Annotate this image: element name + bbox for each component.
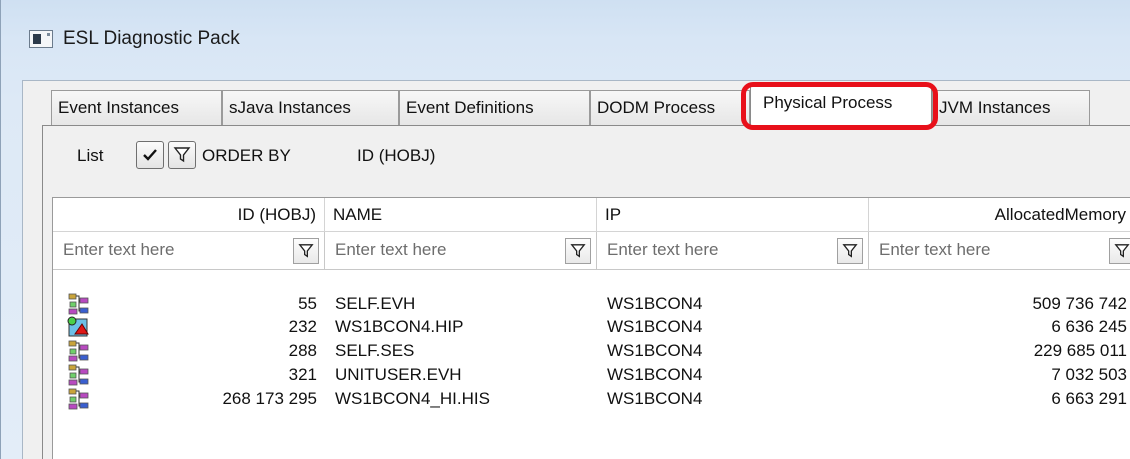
column-header-ip[interactable]: IP: [597, 198, 869, 232]
cell-allocated-memory: 7 032 503: [1051, 365, 1127, 384]
list-label: List: [77, 146, 104, 165]
cell-ip: WS1BCON4: [607, 317, 703, 336]
column-filter-button[interactable]: [1109, 238, 1130, 264]
cell-name: WS1BCON4_HI.HIS: [335, 389, 490, 408]
filter-cell-ip: [597, 232, 869, 270]
tab-jvm-instances[interactable]: JVM Instances: [932, 90, 1090, 126]
column-filter-button[interactable]: [837, 238, 863, 264]
check-icon: [143, 149, 157, 161]
tab-physical-process[interactable]: Physical Process: [750, 84, 932, 126]
filter-cell-id: [53, 232, 325, 270]
cell-id: 55: [298, 294, 317, 313]
cell-name: SELF.SES: [335, 341, 415, 360]
title-bar: ESL Diagnostic Pack: [1, 0, 1130, 80]
cell-id: 232: [288, 317, 317, 336]
table-row[interactable]: 288 SELF.SES WS1BCON4 229 685 011: [53, 340, 1130, 362]
order-by-label: ORDER BY: [202, 146, 291, 165]
cell-ip: WS1BCON4: [607, 389, 703, 408]
filter-cell-name: [325, 232, 597, 270]
table-row[interactable]: 232 WS1BCON4.HIP WS1BCON4 6 636 245: [53, 316, 1130, 338]
cell-allocated-memory: 509 736 742: [1032, 294, 1127, 313]
cell-ip: WS1BCON4: [607, 341, 703, 360]
column-header-allocated-memory[interactable]: AllocatedMemory: [869, 198, 1130, 232]
tab-sjava-instances[interactable]: sJava Instances: [222, 90, 399, 126]
funnel-icon: [173, 147, 191, 163]
app-icon: [29, 30, 53, 48]
cell-name: SELF.EVH: [335, 294, 416, 313]
data-grid: ID (HOBJ) NAME IP AllocatedMemory 55 SEL…: [52, 197, 1130, 459]
table-row[interactable]: 268 173 295 WS1BCON4_HI.HIS WS1BCON4 6 6…: [53, 388, 1130, 410]
cell-id: 288: [288, 341, 317, 360]
filter-input-allocated-memory[interactable]: [869, 232, 1099, 268]
apply-button[interactable]: [136, 141, 164, 169]
cell-ip: WS1BCON4: [607, 294, 703, 313]
cell-name: UNITUSER.EVH: [335, 365, 462, 384]
cell-ip: WS1BCON4: [607, 365, 703, 384]
filter-input-ip[interactable]: [597, 232, 833, 268]
column-filter-button[interactable]: [293, 238, 319, 264]
column-filter-button[interactable]: [565, 238, 591, 264]
funnel-icon: [1114, 244, 1130, 258]
tab-bar: Event Instances sJava Instances Event De…: [51, 84, 1130, 126]
filter-input-id[interactable]: [53, 232, 289, 268]
funnel-icon: [298, 244, 314, 258]
funnel-icon: [842, 244, 858, 258]
table-row[interactable]: 55 SELF.EVH WS1BCON4 509 736 742: [53, 293, 1130, 315]
tab-event-instances[interactable]: Event Instances: [51, 90, 222, 126]
filter-input-name[interactable]: [325, 232, 561, 268]
tab-event-definitions[interactable]: Event Definitions: [399, 90, 590, 126]
cell-allocated-memory: 6 663 291: [1051, 389, 1127, 408]
column-header-id[interactable]: ID (HOBJ): [53, 198, 325, 232]
column-header-name[interactable]: NAME: [325, 198, 597, 232]
cell-allocated-memory: 229 685 011: [1033, 341, 1127, 360]
cell-id: 268 173 295: [222, 389, 317, 408]
cell-name: WS1BCON4.HIP: [335, 317, 464, 336]
tab-dodm-process[interactable]: DODM Process: [590, 90, 750, 126]
cell-allocated-memory: 6 636 245: [1051, 317, 1127, 336]
filter-cell-allocated-memory: [869, 232, 1130, 270]
filter-button[interactable]: [168, 141, 196, 169]
funnel-icon: [570, 244, 586, 258]
window-title: ESL Diagnostic Pack: [63, 28, 240, 49]
order-by-value: ID (HOBJ): [357, 146, 436, 165]
table-row[interactable]: 321 UNITUSER.EVH WS1BCON4 7 032 503: [53, 364, 1130, 386]
cell-id: 321: [288, 365, 317, 384]
